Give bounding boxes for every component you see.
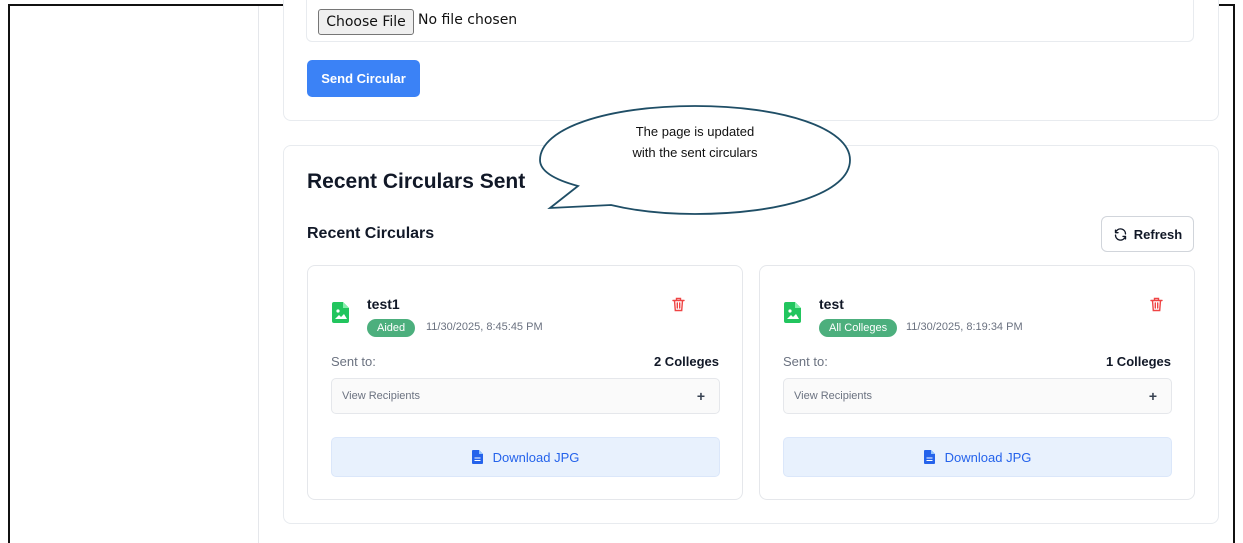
circular-card: test1 Aided 11/30/2025, 8:45:45 PM Sent … [307,265,743,500]
expand-plus-icon: + [696,388,705,404]
file-image-icon [332,302,349,323]
view-recipients-label: View Recipients [794,390,873,402]
expand-plus-icon: + [1148,388,1157,404]
callout-line-2: with the sent circulars [632,145,758,160]
document-icon [923,450,935,464]
trash-icon[interactable] [672,297,685,312]
refresh-label: Refresh [1133,226,1183,242]
callout-line-1: The page is updated [635,124,755,139]
view-recipients-label: View Recipients [342,390,421,402]
download-jpg-button[interactable]: Download JPG [783,437,1172,477]
sidebar-divider [258,6,259,543]
sent-to-label: Sent to: [783,354,828,369]
callout-text: The page is updated with the sent circul… [560,121,830,163]
recipient-group-badge: All Colleges [819,319,898,337]
refresh-button[interactable]: Refresh [1101,216,1194,252]
circular-timestamp: 11/30/2025, 8:45:45 PM [426,321,543,333]
sent-to-count: 2 Colleges [653,354,719,369]
view-recipients-toggle[interactable]: View Recipients + [331,378,720,414]
recent-circulars-subtitle: Recent Circulars [307,225,435,242]
no-file-text: No file chosen [418,12,518,28]
refresh-icon [1114,227,1126,241]
trash-icon[interactable] [1150,297,1163,312]
circular-card: test All Colleges 11/30/2025, 8:19:34 PM… [759,265,1195,500]
download-jpg-button[interactable]: Download JPG [331,437,720,477]
circular-timestamp: 11/30/2025, 8:19:34 PM [906,321,1023,333]
view-recipients-toggle[interactable]: View Recipients + [783,378,1172,414]
send-circular-button[interactable]: Send Circular [307,60,420,97]
sent-to-label: Sent to: [331,354,376,369]
choose-file-button[interactable]: Choose File [318,9,414,35]
download-label: Download JPG [492,449,580,465]
download-label: Download JPG [944,449,1032,465]
circular-title: test1 [367,296,400,312]
circular-title: test [819,296,844,312]
file-image-icon [784,302,801,323]
section-title: Recent Circulars Sent [307,170,526,193]
sent-to-count: 1 Colleges [1105,354,1171,369]
document-icon [471,450,483,464]
recipient-group-badge: Aided [367,319,416,337]
